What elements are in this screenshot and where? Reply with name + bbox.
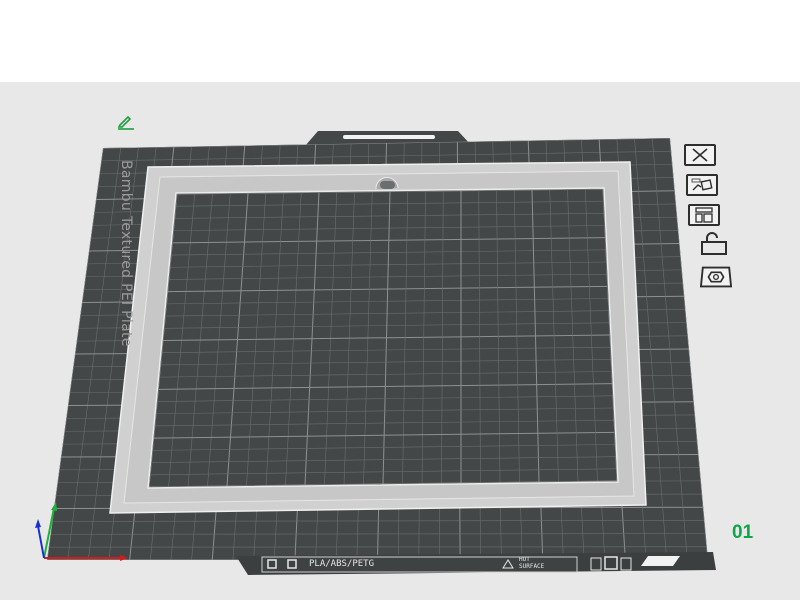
- close-icon: [692, 148, 708, 162]
- gear-icon: [700, 266, 732, 288]
- arrange-button[interactable]: [688, 204, 720, 226]
- auto-orient-icon: [691, 178, 713, 191]
- plate-top-tab-slot: [343, 135, 435, 139]
- material-label: PLA/ABS/PETG: [309, 559, 375, 569]
- delete-plate-button[interactable]: [684, 144, 716, 166]
- plate-settings-button[interactable]: [700, 266, 732, 288]
- arrange-icon: [695, 207, 713, 223]
- edit-plate-name-icon[interactable]: [116, 114, 136, 130]
- hot-surface-label-2: SURFACE: [519, 563, 545, 570]
- z-axis: [37, 525, 45, 559]
- lock-icon: [701, 232, 727, 255]
- plate-number[interactable]: 01: [732, 522, 753, 544]
- lock-plate-button[interactable]: [698, 232, 730, 255]
- plate-brand-label: Bambu Textured PEI Plate: [118, 160, 134, 347]
- auto-orient-button[interactable]: [686, 174, 718, 196]
